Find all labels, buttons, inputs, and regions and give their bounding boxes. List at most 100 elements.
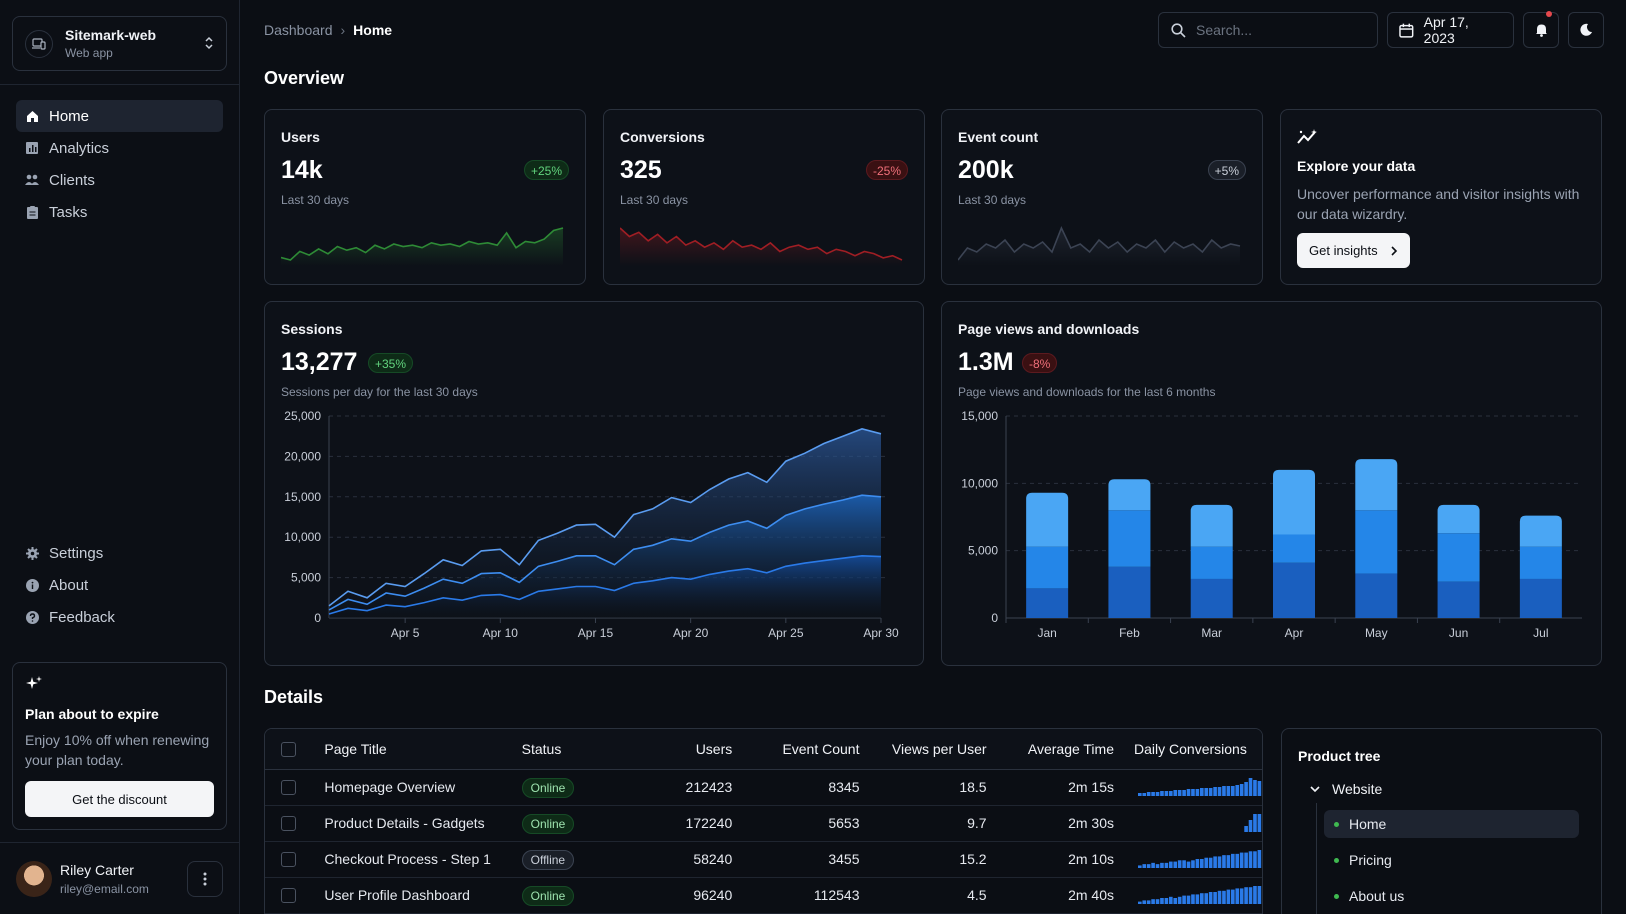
tree-item-pricing[interactable]: Pricing: [1324, 846, 1579, 874]
promo-text: Enjoy 10% off when renewing your plan to…: [25, 732, 210, 768]
spark-bar: [1173, 789, 1178, 796]
spark-bar: [1204, 857, 1209, 868]
bar-segment: [1026, 492, 1069, 547]
column-header[interactable]: Average Time: [986, 729, 1114, 770]
y-tick-label: 20,000: [284, 449, 321, 463]
bar-segment: [1355, 510, 1398, 574]
spark-bar: [1186, 861, 1191, 868]
get-insights-label: Get insights: [1309, 243, 1378, 258]
explore-title: Explore your data: [1297, 158, 1416, 174]
tree-node-website[interactable]: Website: [1310, 781, 1382, 797]
sidebar-item-settings[interactable]: Settings: [16, 537, 223, 569]
stat-value: 325: [620, 156, 662, 184]
app-selector[interactable]: Sitemark-web Web app: [12, 16, 227, 71]
bar-segment: [1519, 578, 1562, 618]
theme-toggle-button[interactable]: [1568, 12, 1604, 48]
spark-bar: [1226, 785, 1231, 796]
spark-bar: [1142, 899, 1147, 904]
column-header[interactable]: Event Count: [732, 729, 860, 770]
breadcrumb-root[interactable]: Dashboard: [264, 22, 333, 38]
table-row[interactable]: Product Details - Gadgets Online 172240 565…: [265, 805, 1262, 842]
stat-card-events: Event count 200k +5% Last 30 days: [941, 109, 1263, 285]
notifications-button[interactable]: [1523, 11, 1559, 48]
spark-bar: [1182, 789, 1186, 796]
spark-bar: [1182, 895, 1186, 904]
spark-bar: [1244, 886, 1248, 904]
get-discount-button[interactable]: Get the discount: [25, 781, 214, 817]
table-row[interactable]: User Profile Dashboard Online 96240 112543 4…: [265, 877, 1262, 914]
avatar[interactable]: [16, 860, 52, 897]
tree-root-label: Website: [1332, 781, 1383, 797]
spark-bar: [1208, 787, 1213, 796]
sidebar-item-feedback[interactable]: Feedback: [16, 601, 223, 633]
row-checkbox[interactable]: [281, 852, 296, 868]
table-row[interactable]: Checkout Process - Step 1 Offline 58240 345…: [265, 841, 1262, 878]
status-dot: [1334, 821, 1339, 827]
status-badge: Online: [521, 886, 575, 906]
row-checkbox[interactable]: [281, 816, 296, 832]
sidebar-item-clients[interactable]: Clients: [16, 164, 223, 196]
spark-bar: [1155, 791, 1160, 796]
y-tick-label: 15,000: [961, 409, 998, 423]
cell-average-time: 2m 40s: [986, 877, 1114, 914]
secondary-nav: Settings About Feedback: [16, 537, 223, 633]
tree-item-label: About us: [1349, 888, 1405, 904]
spark-bar: [1138, 864, 1142, 868]
spark-bar: [1208, 891, 1213, 904]
clients-icon: [25, 173, 39, 187]
spark-bar: [1169, 861, 1173, 868]
spark-bar: [1151, 862, 1155, 868]
tree-item-about-us[interactable]: About us: [1324, 882, 1579, 910]
sessions-label: Sessions: [281, 321, 343, 337]
spark-bar: [1235, 853, 1240, 868]
daily-conversions-sparkbar: [1138, 849, 1262, 868]
select-all-checkbox[interactable]: [281, 742, 296, 758]
spark-bar: [1173, 897, 1178, 904]
spark-bar: [1222, 854, 1226, 868]
column-header[interactable]: Users: [640, 729, 733, 770]
spark-bar: [1200, 858, 1204, 868]
cell-average-time: 2m 15s: [986, 769, 1114, 806]
sidebar-item-tasks[interactable]: Tasks: [16, 196, 223, 228]
chevron-up-down-icon: [204, 35, 214, 53]
daily-conversions-sparkbar: [1138, 885, 1262, 904]
get-insights-button[interactable]: Get insights: [1297, 233, 1410, 268]
devices-icon: [25, 29, 53, 58]
row-checkbox[interactable]: [281, 888, 296, 904]
search-box[interactable]: [1158, 12, 1378, 48]
user-menu-button[interactable]: [187, 860, 223, 897]
column-header[interactable]: Status: [521, 729, 641, 770]
app-subtitle: Web app: [65, 46, 113, 60]
y-tick-label: 25,000: [284, 409, 321, 423]
column-header[interactable]: Daily Conversions: [1114, 729, 1262, 770]
cell-views-per-user: 9.7: [859, 805, 987, 842]
tree-item-home[interactable]: Home: [1324, 810, 1579, 838]
notification-dot: [1546, 11, 1552, 17]
bar-segment: [1190, 504, 1233, 547]
sidebar-item-home[interactable]: Home: [16, 100, 223, 132]
spark-bar: [1257, 885, 1262, 904]
sidebar-item-analytics[interactable]: Analytics: [16, 132, 223, 164]
spark-bar: [1248, 819, 1253, 832]
spark-bar: [1138, 901, 1142, 904]
spark-bar: [1239, 783, 1244, 796]
spark-bar: [1173, 861, 1178, 868]
row-checkbox[interactable]: [281, 780, 296, 796]
column-header[interactable]: Views per User: [859, 729, 987, 770]
sidebar-item-about[interactable]: About: [16, 569, 223, 601]
stat-card-conversions: Conversions 325 -25% Last 30 days: [603, 109, 925, 285]
spark-bar: [1146, 863, 1151, 868]
product-tree: Product tree Website Home Pricing About …: [1281, 728, 1602, 914]
column-header[interactable]: Page Title: [324, 729, 522, 770]
spark-bar: [1222, 890, 1226, 904]
x-tick-label: Feb: [1119, 626, 1140, 640]
bar-segment: [1190, 578, 1233, 618]
details-title: Details: [264, 687, 324, 707]
calendar-icon: [1399, 23, 1414, 38]
date-picker-button[interactable]: Apr 17, 2023: [1387, 12, 1514, 48]
table-row[interactable]: Homepage Overview Online 212423 8345 18.5 2m …: [265, 769, 1262, 806]
search-input[interactable]: [1196, 22, 1356, 38]
spark-bar: [1239, 887, 1244, 904]
status-dot: [1334, 893, 1339, 899]
cell-event-count: 112543: [732, 877, 860, 914]
